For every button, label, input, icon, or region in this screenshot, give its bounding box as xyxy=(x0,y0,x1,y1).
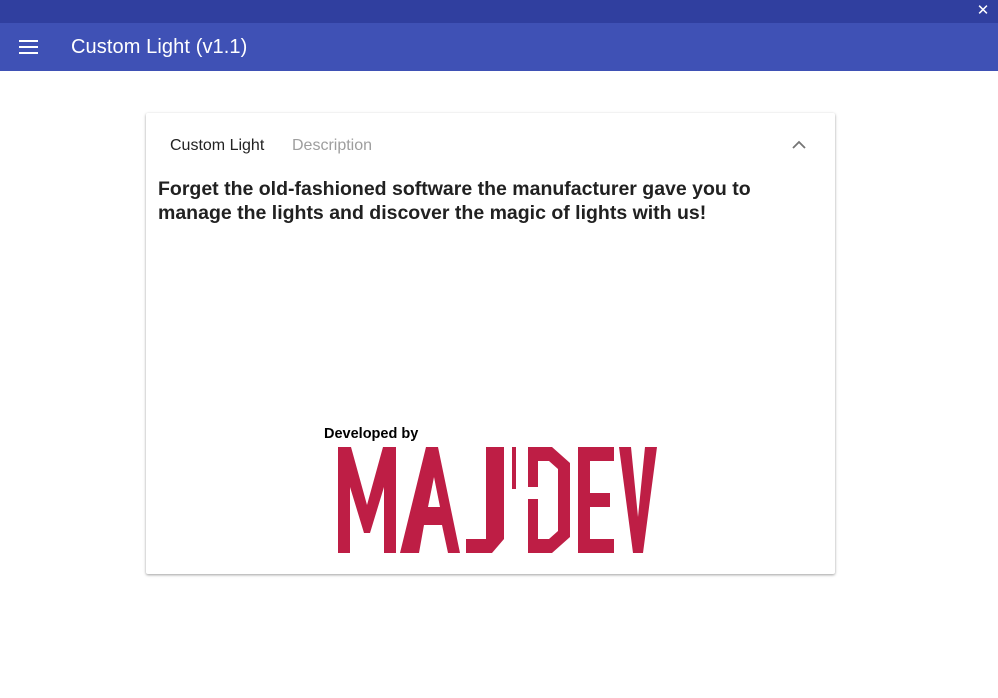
close-window-button[interactable]: ✕ xyxy=(974,2,992,20)
window-titlebar: ✕ xyxy=(0,0,998,23)
tab-custom-light[interactable]: Custom Light xyxy=(170,136,264,156)
info-card: Custom Light Description Forget the old-… xyxy=(146,113,835,574)
developed-by-label: Developed by xyxy=(324,426,419,442)
collapse-button[interactable] xyxy=(789,137,809,153)
close-icon: ✕ xyxy=(976,2,990,19)
description-text: Forget the old-fashioned software the ma… xyxy=(158,178,751,224)
app-title: Custom Light (v1.1) xyxy=(71,36,248,58)
tab-description[interactable]: Description xyxy=(292,136,372,156)
menu-button[interactable] xyxy=(19,39,38,55)
chevron-up-icon xyxy=(792,140,806,149)
majdev-logo xyxy=(338,447,658,555)
hamburger-menu-icon xyxy=(19,40,38,54)
card-header[interactable]: Custom Light Description xyxy=(146,113,835,177)
app-bar: Custom Light (v1.1) xyxy=(0,23,998,71)
